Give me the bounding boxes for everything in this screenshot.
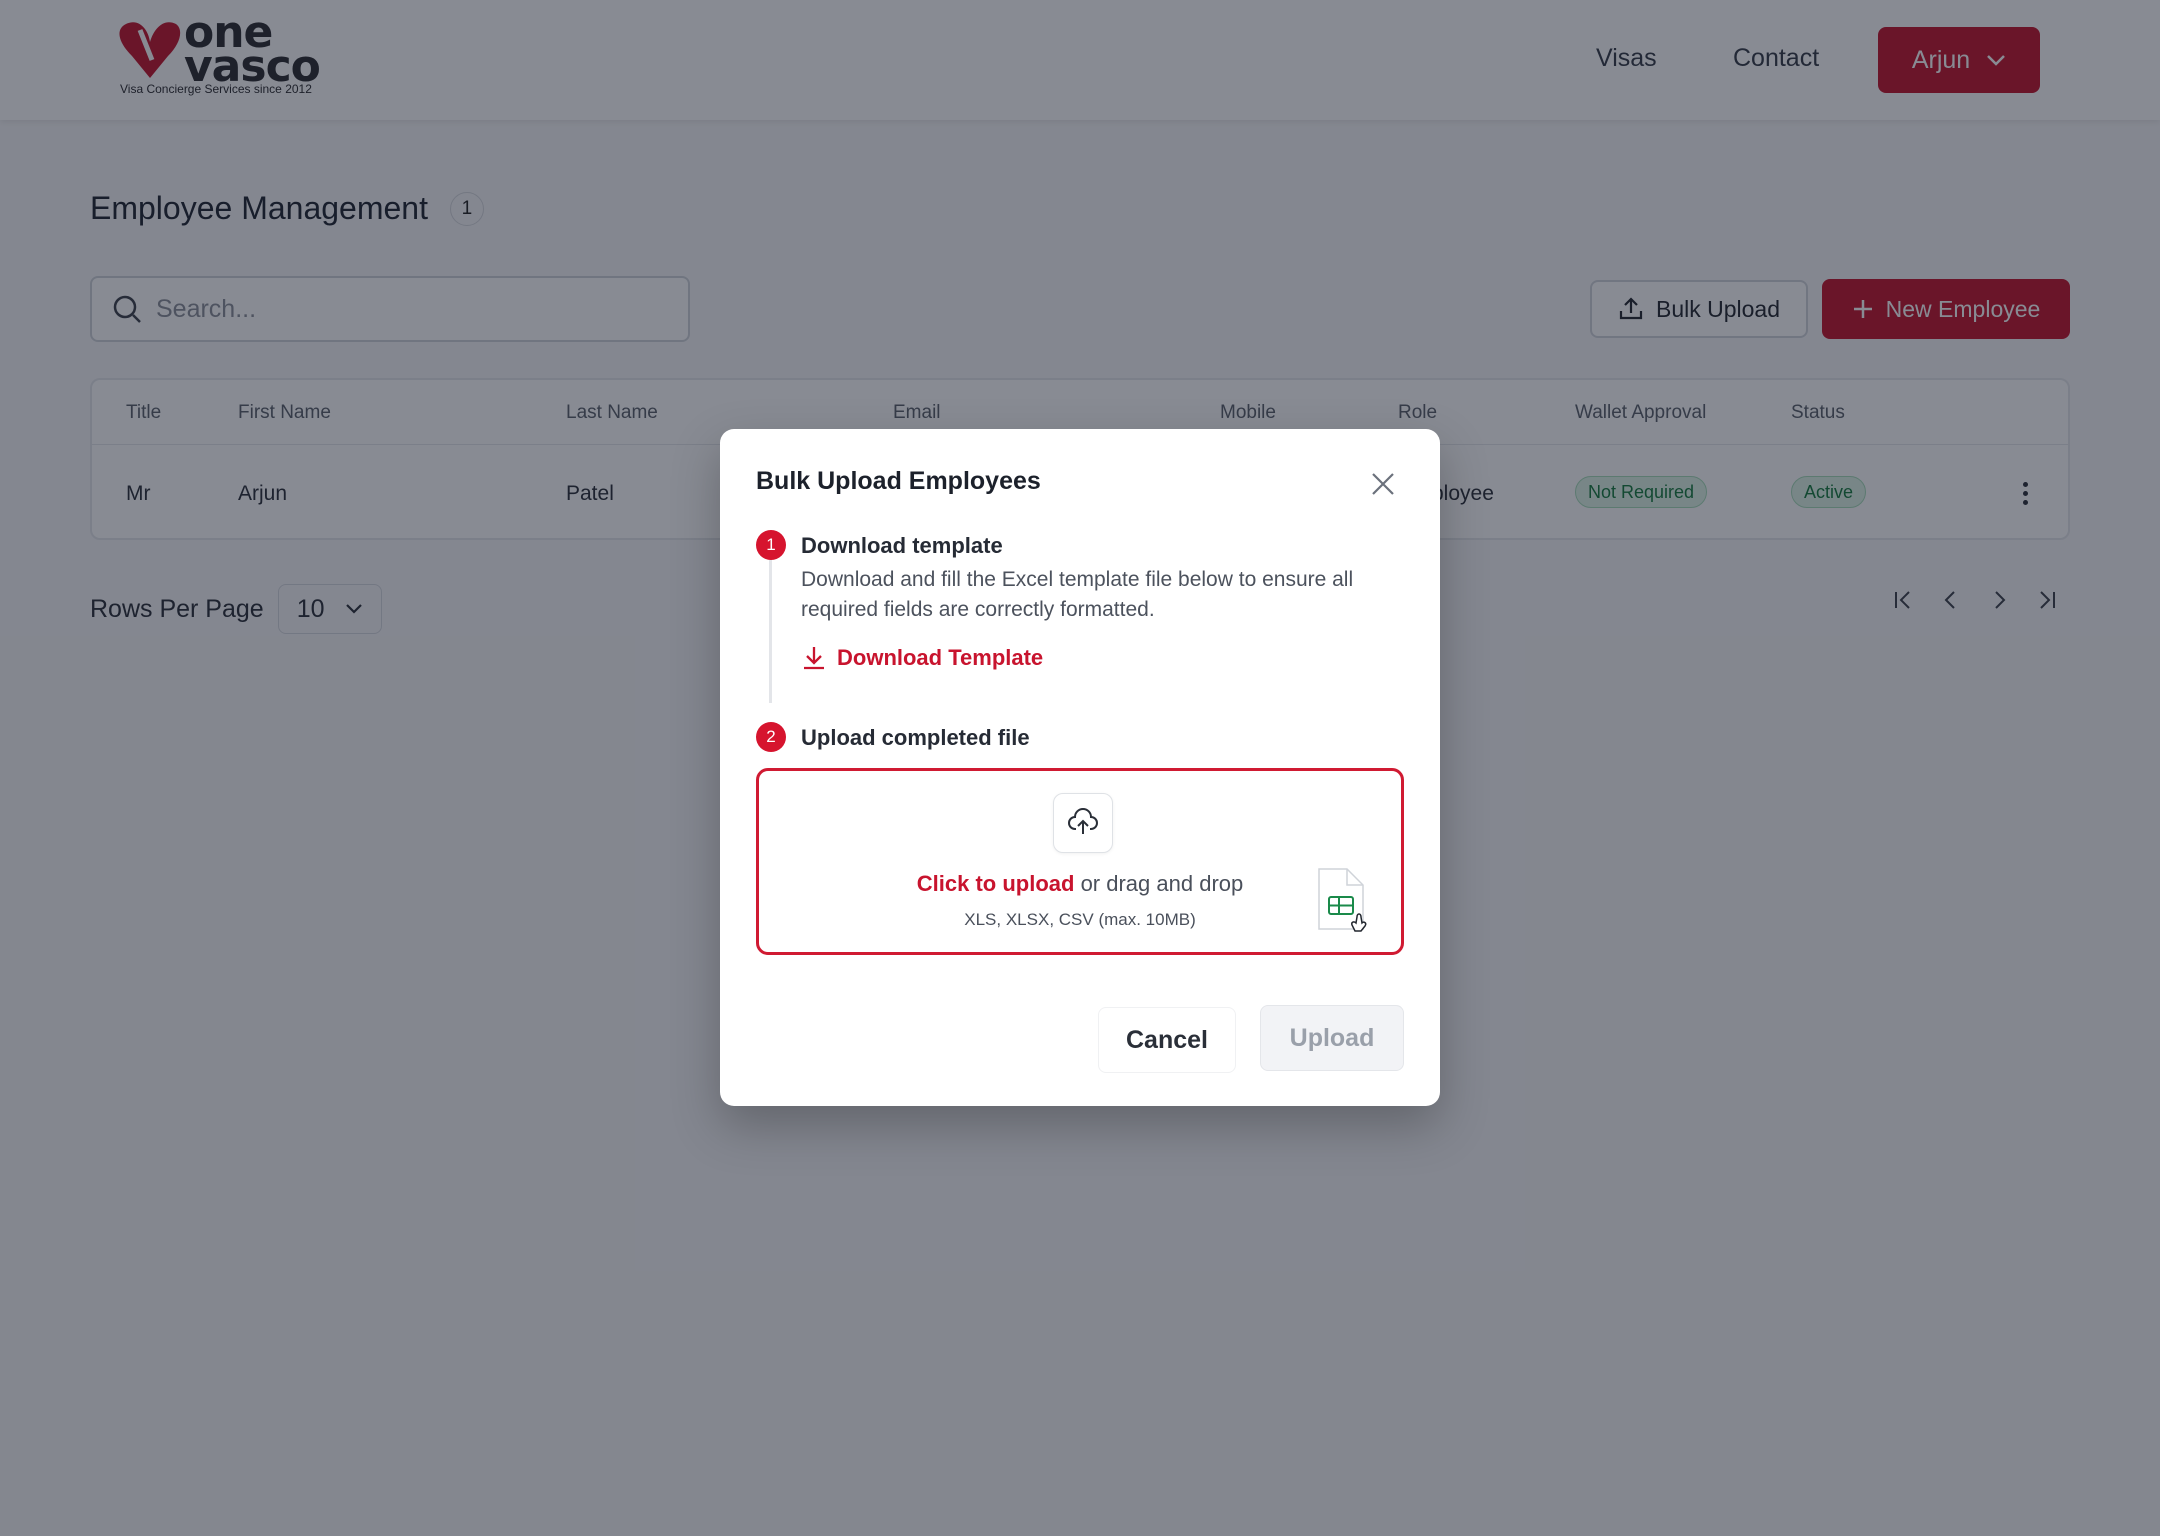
upload-button[interactable]: Upload <box>1260 1005 1404 1071</box>
download-template-link[interactable]: Download Template <box>801 645 1043 671</box>
step-2-title: Upload completed file <box>801 725 1030 750</box>
bulk-upload-modal: Bulk Upload Employees 1 Download templat… <box>720 429 1440 1106</box>
file-dropzone[interactable]: Click to upload or drag and drop XLS, XL… <box>756 768 1404 955</box>
step-1-description: Download and fill the Excel template fil… <box>801 568 1354 621</box>
cloud-upload-icon <box>1053 793 1113 853</box>
drag-drop-text: or drag and drop <box>1074 871 1244 896</box>
file-type-hint: XLS, XLSX, CSV (max. 10MB) <box>964 910 1196 929</box>
click-to-upload-link[interactable]: Click to upload <box>917 871 1075 896</box>
download-template-label: Download Template <box>837 645 1044 670</box>
close-icon[interactable] <box>1368 469 1398 499</box>
step-2-indicator: 2 <box>756 722 786 752</box>
step-connector <box>769 557 772 703</box>
step-1-title: Download template <box>801 533 1003 558</box>
cancel-button[interactable]: Cancel <box>1098 1007 1236 1073</box>
spreadsheet-file-icon <box>1318 868 1367 932</box>
step-1-indicator: 1 <box>756 530 786 560</box>
download-icon <box>804 647 824 670</box>
modal-title: Bulk Upload Employees <box>756 467 1041 495</box>
dropzone-text: Click to upload or drag and drop <box>759 871 1401 897</box>
